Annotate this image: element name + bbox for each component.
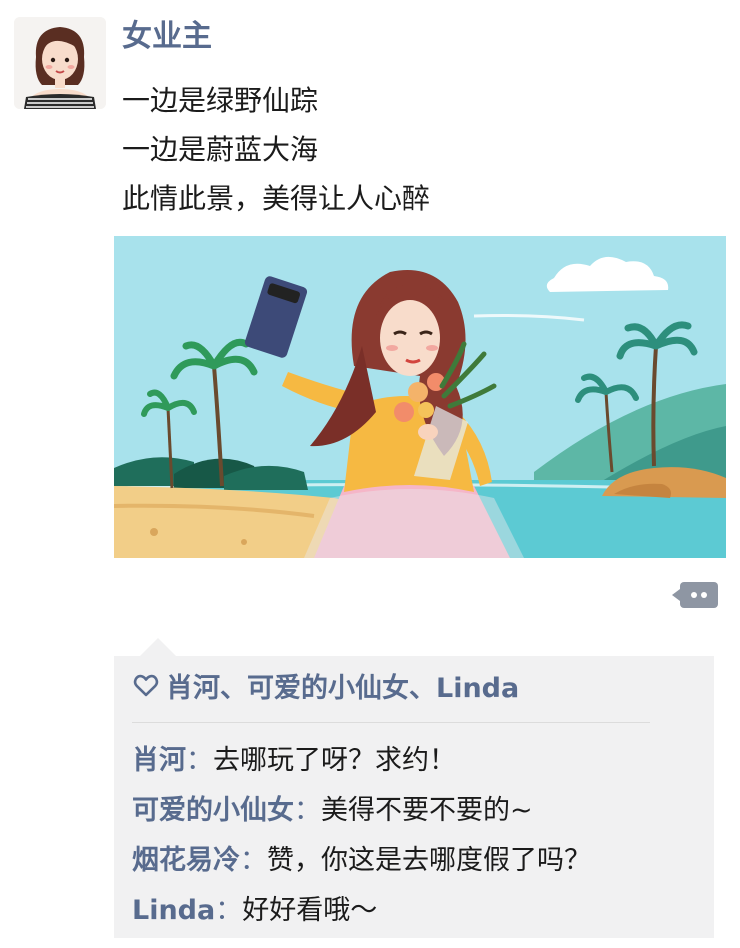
post-text-line: 一边是蔚蓝大海 [122, 133, 319, 166]
comment-author[interactable]: 烟花易冷 [132, 845, 240, 876]
likes-divider [132, 722, 650, 723]
comment-text: 去哪玩了呀？求约！ [213, 745, 456, 776]
comment-separator: ： [215, 895, 243, 926]
comment-separator: ： [294, 795, 321, 826]
user-avatar[interactable] [14, 17, 106, 109]
comment-item[interactable]: Linda：好好看哦～ [132, 886, 591, 936]
comment-item[interactable]: 烟花易冷：赞，你这是去哪度假了吗？ [132, 836, 591, 886]
post-text-line: 此情此景，美得让人心醉 [122, 182, 431, 215]
comment-author[interactable]: Linda [132, 895, 215, 926]
comment-text: 好好看哦～ [242, 895, 378, 926]
comment-separator: ： [240, 845, 267, 876]
beach-selfie-illustration [114, 236, 726, 558]
post-image[interactable] [114, 236, 726, 558]
interaction-panel-arrow [140, 638, 176, 656]
post-username[interactable]: 女业主 [122, 16, 212, 58]
interaction-panel: 肖河、可爱的小仙女、Linda 肖河：去哪玩了呀？求约！ 可爱的小仙女：美得不要… [114, 656, 714, 938]
comment-author[interactable]: 可爱的小仙女 [132, 795, 294, 826]
comment-list: 肖河：去哪玩了呀？求约！ 可爱的小仙女：美得不要不要的~ 烟花易冷：赞，你这是去… [132, 736, 591, 936]
comment-dots-icon [691, 592, 697, 598]
comment-separator: ： [186, 745, 213, 776]
comment-button-caret [672, 589, 680, 601]
comment-item[interactable]: 肖河：去哪玩了呀？求约！ [132, 736, 591, 786]
post-text-line: 一边是绿野仙踪 [122, 84, 319, 117]
comment-item[interactable]: 可爱的小仙女：美得不要不要的~ [132, 786, 591, 836]
comment-button[interactable] [672, 582, 718, 608]
comment-dots-icon [701, 592, 707, 598]
heart-outline-icon [133, 674, 159, 697]
likes-row: 肖河、可爱的小仙女、Linda [132, 664, 519, 706]
likes-names[interactable]: 肖河、可爱的小仙女、Linda [166, 666, 519, 705]
comment-author[interactable]: 肖河 [132, 745, 186, 776]
comment-text: 美得不要不要的~ [321, 795, 533, 826]
post-text: 一边是绿野仙踪 一边是蔚蓝大海 此情此景，美得让人心醉 [122, 76, 430, 223]
comment-text: 赞，你这是去哪度假了吗？ [267, 845, 591, 876]
girl-avatar-illustration [14, 17, 106, 109]
